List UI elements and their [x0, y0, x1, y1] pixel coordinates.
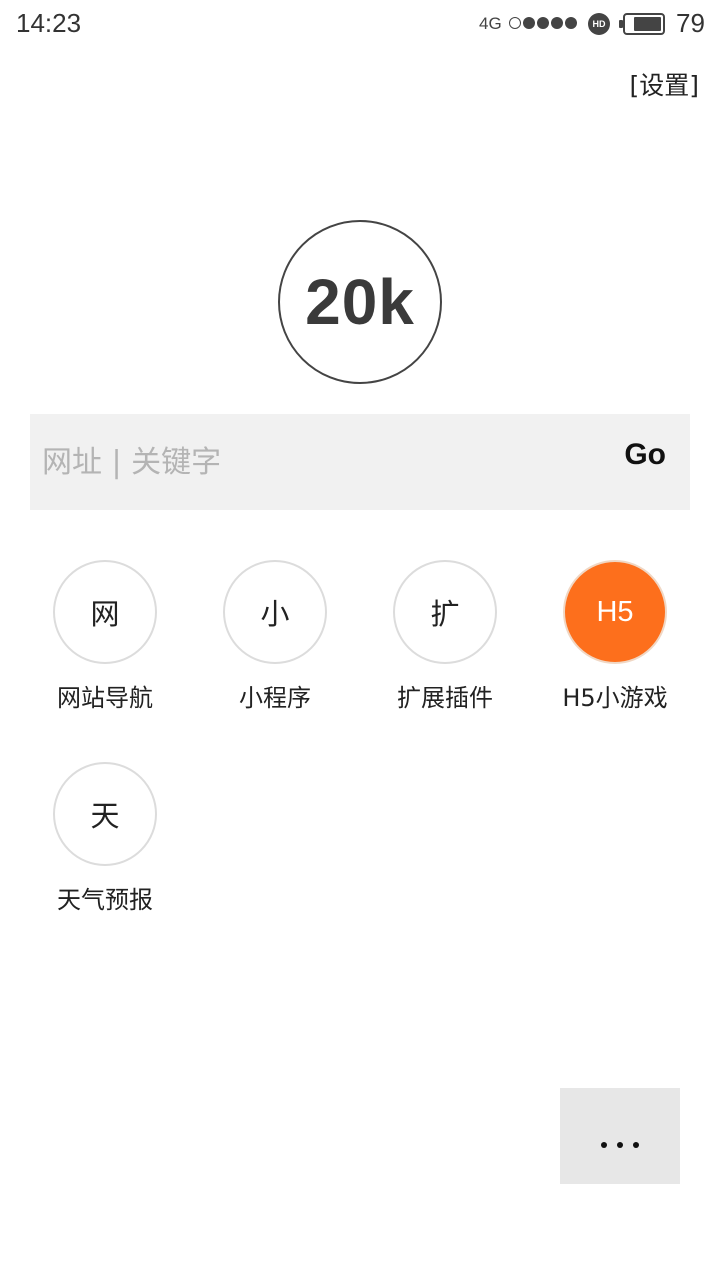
signal-dot [565, 17, 577, 29]
site-navigation-icon: 网 [53, 560, 157, 664]
more-dot [601, 1142, 607, 1148]
signal-dot [509, 17, 521, 29]
shortcut-label: 扩展插件 [397, 684, 493, 712]
signal-dot [537, 17, 549, 29]
search-bar: Go [30, 414, 690, 510]
settings-link[interactable]: [设置] [629, 66, 699, 102]
shortcut-label: 网站导航 [57, 684, 153, 712]
network-type: 4G [479, 14, 502, 33]
shortcut-h5-games[interactable]: H5 H5小游戏 [530, 560, 700, 713]
battery-icon [619, 13, 665, 35]
logo-text: 20k [305, 266, 415, 338]
weather-icon: 天 [53, 762, 157, 866]
battery-fill [634, 17, 661, 31]
h5-games-icon: H5 [563, 560, 667, 664]
go-button[interactable]: Go [624, 438, 666, 472]
mini-programs-icon: 小 [223, 560, 327, 664]
shortcut-site-navigation[interactable]: 网 网站导航 [20, 560, 190, 713]
shortcut-extensions[interactable]: 扩 扩展插件 [360, 560, 530, 713]
status-time: 14:23 [16, 8, 82, 38]
shortcut-label: H5小游戏 [562, 684, 668, 712]
logo: 20k [278, 220, 442, 384]
more-dot [617, 1142, 623, 1148]
more-button[interactable] [560, 1088, 680, 1184]
signal-dot [523, 17, 535, 29]
signal-dot [551, 17, 563, 29]
battery-level: 79 [676, 8, 705, 38]
hd-voice-icon: HD [588, 13, 610, 35]
extensions-icon: 扩 [393, 560, 497, 664]
shortcut-weather[interactable]: 天 天气预报 [20, 762, 190, 915]
shortcut-label: 天气预报 [57, 886, 153, 914]
signal-strength-icon [509, 17, 577, 29]
search-input[interactable] [30, 414, 590, 510]
status-bar: 14:23 4G HD 79 [0, 0, 720, 50]
shortcut-label: 小程序 [239, 684, 311, 712]
more-dot [633, 1142, 639, 1148]
shortcut-mini-programs[interactable]: 小 小程序 [190, 560, 360, 713]
